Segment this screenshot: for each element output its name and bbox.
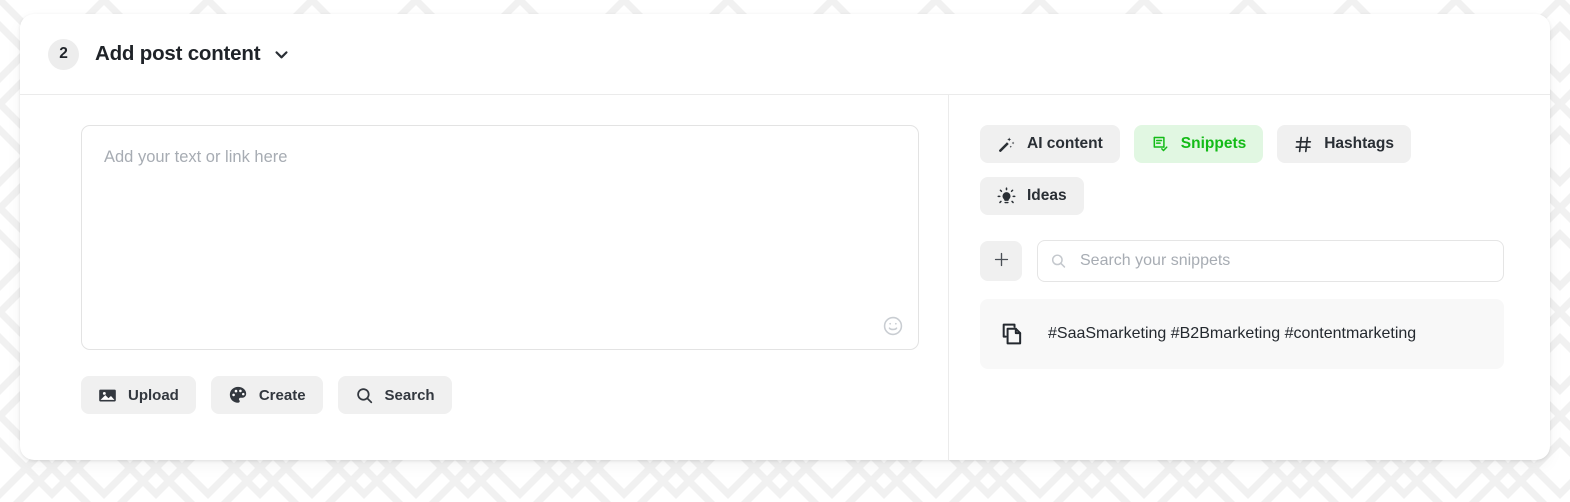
lightbulb-icon: [997, 186, 1016, 206]
create-button-label: Create: [258, 386, 306, 404]
tools-pane: AI content Snippets Hashtags Ideas Searc…: [949, 95, 1550, 460]
snippet-list-item[interactable]: #SaaSmarketing #B2Bmarketing #contentmar…: [980, 299, 1504, 369]
create-button[interactable]: Create: [210, 376, 323, 414]
page-title: Add post content: [95, 42, 261, 65]
tab-hashtags[interactable]: Hashtags: [1277, 125, 1412, 163]
post-content-textarea[interactable]: [81, 125, 919, 350]
snippet-text: #SaaSmarketing #B2Bmarketing #contentmar…: [1048, 324, 1417, 342]
tab-hashtags-label: Hashtags: [1324, 135, 1395, 152]
tab-ai-content[interactable]: AI content: [980, 125, 1120, 163]
composer-pane: Upload Create: [20, 95, 949, 460]
search-icon: [1050, 253, 1067, 270]
search-media-button-label: Search: [384, 386, 435, 404]
tab-ideas-label: Ideas: [1027, 187, 1067, 204]
smiley-face-icon[interactable]: [880, 313, 906, 339]
tool-tabs: AI content Snippets Hashtags Ideas: [980, 125, 1422, 215]
snippet-controls: [980, 240, 1504, 282]
tab-ideas[interactable]: Ideas: [980, 177, 1084, 215]
media-action-buttons: Upload Create Search: [81, 376, 948, 414]
search-icon: [355, 386, 374, 405]
hashtag-icon: [1294, 135, 1313, 154]
copy-icon[interactable]: [1000, 321, 1026, 347]
tab-ai-content-label: AI content: [1027, 135, 1103, 152]
step-number-badge: 2: [48, 38, 79, 70]
snippet-search-wrapper: [1037, 240, 1504, 282]
add-post-content-card: 2 Add post content Add your text or link…: [20, 14, 1550, 460]
card-header[interactable]: 2 Add post content: [20, 14, 1550, 95]
image-icon: [98, 386, 117, 405]
card-body: Upload Create: [20, 95, 1550, 460]
plus-icon: [993, 251, 1010, 271]
snippet-search-input[interactable]: [1037, 240, 1504, 282]
tab-snippets[interactable]: Snippets: [1133, 125, 1264, 163]
magic-wand-icon: [997, 135, 1016, 154]
upload-button-label: Upload: [128, 386, 179, 404]
search-media-button[interactable]: Search: [337, 376, 452, 414]
tab-snippets-label: Snippets: [1180, 135, 1247, 152]
add-snippet-button[interactable]: [980, 241, 1022, 281]
snippet-list: #SaaSmarketing #B2Bmarketing #contentmar…: [980, 299, 1504, 369]
chevron-down-icon[interactable]: [273, 46, 290, 63]
document-check-icon: [1151, 135, 1170, 154]
composer-wrapper: [81, 125, 919, 350]
palette-icon: [228, 385, 248, 405]
upload-button[interactable]: Upload: [81, 376, 196, 414]
